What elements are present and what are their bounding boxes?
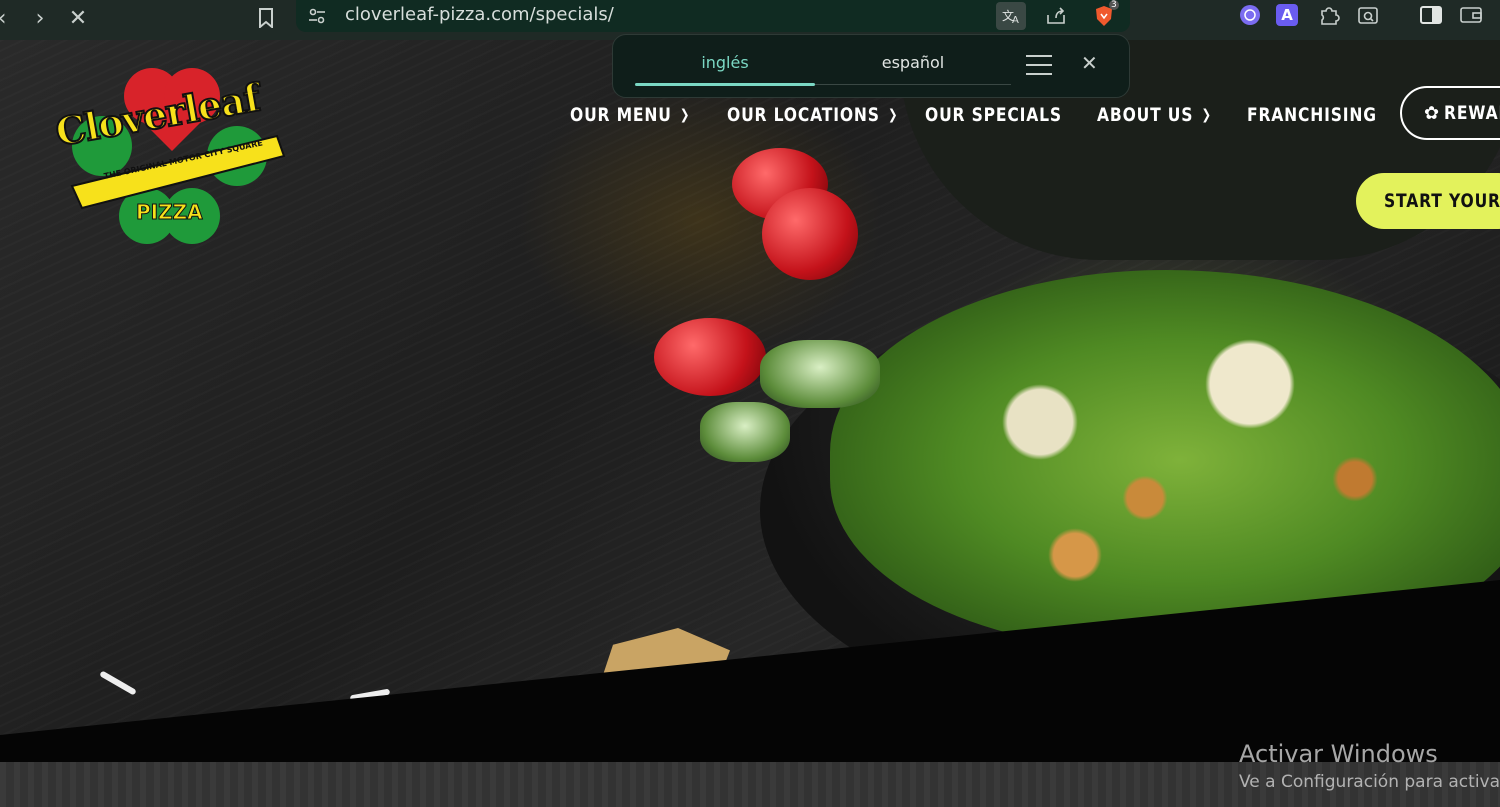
nav-our-locations[interactable]: OUR LOCATIONS ❯ (727, 100, 898, 130)
leo-ai-icon[interactable] (1237, 2, 1263, 28)
nav-franchising[interactable]: FRANCHISING (1247, 100, 1377, 130)
svg-text:A: A (1012, 15, 1019, 25)
bookmark-icon[interactable] (252, 4, 280, 32)
sidebar-toggle-icon[interactable] (1418, 2, 1444, 28)
nav-about-us-label: ABOUT US (1097, 104, 1194, 126)
windows-activation-watermark: Activar Windows Ve a Configuración para … (1239, 740, 1500, 792)
extensions-puzzle-icon[interactable] (1316, 2, 1342, 28)
active-tab-indicator (635, 83, 815, 86)
share-icon[interactable] (1041, 2, 1071, 30)
award-icon: ✿ (1424, 102, 1441, 124)
watermark-subtitle: Ve a Configuración para activar (1239, 772, 1500, 792)
start-order-label: START YOUR O (1384, 190, 1500, 212)
page-search-icon[interactable] (1355, 2, 1381, 28)
tomato-image (762, 188, 858, 280)
cucumber-image (760, 340, 880, 408)
tab-source-language[interactable]: inglés (635, 53, 815, 72)
rewards-button[interactable]: ✿ REWAR (1400, 86, 1500, 140)
tomato-image (654, 318, 766, 396)
stop-loading-icon[interactable]: ✕ (64, 4, 92, 32)
shields-count-badge: 3 (1109, 0, 1119, 10)
close-icon[interactable]: ✕ (1081, 53, 1101, 73)
back-icon[interactable]: ‹ (0, 4, 16, 32)
nav-our-specials-label: OUR SPECIALS (925, 104, 1062, 126)
rewards-label: REWAR (1444, 102, 1500, 124)
translate-popup: inglés español ✕ (612, 34, 1130, 98)
nav-our-specials[interactable]: OUR SPECIALS (925, 100, 1062, 130)
wallet-icon[interactable] (1458, 2, 1484, 28)
cloverleaf-logo[interactable]: Cloverleaf THE ORIGINAL MOTOR CITY SQUAR… (51, 66, 292, 246)
watermark-title: Activar Windows (1239, 740, 1438, 768)
cucumber-image (700, 402, 790, 462)
url-text[interactable]: cloverleaf-pizza.com/specials/ (345, 4, 614, 25)
tab-divider (815, 84, 1011, 85)
brave-shields-icon[interactable]: 3 (1089, 0, 1119, 30)
nav-our-menu[interactable]: OUR MENU ❯ (570, 100, 690, 130)
menu-icon[interactable] (1025, 53, 1055, 77)
nav-our-menu-label: OUR MENU (570, 104, 672, 126)
nav-our-locations-label: OUR LOCATIONS (727, 104, 880, 126)
site-settings-icon[interactable] (302, 2, 332, 30)
translate-icon[interactable]: 文A (996, 2, 1026, 30)
nav-about-us[interactable]: ABOUT US ❯ (1097, 100, 1212, 130)
extension-a-icon[interactable]: A (1276, 4, 1298, 26)
forward-icon[interactable]: › (26, 4, 54, 32)
chevron-down-icon: ❯ (1201, 107, 1212, 123)
chevron-down-icon: ❯ (679, 107, 691, 123)
chevron-down-icon: ❯ (888, 107, 899, 123)
start-order-button[interactable]: START YOUR O (1356, 173, 1500, 229)
nav-franchising-label: FRANCHISING (1247, 104, 1377, 126)
address-bar[interactable]: cloverleaf-pizza.com/specials/ 文A 3 (296, 0, 1130, 32)
tab-target-language[interactable]: español (823, 53, 1003, 72)
logo-pizza-text: PIZZA (136, 200, 204, 225)
